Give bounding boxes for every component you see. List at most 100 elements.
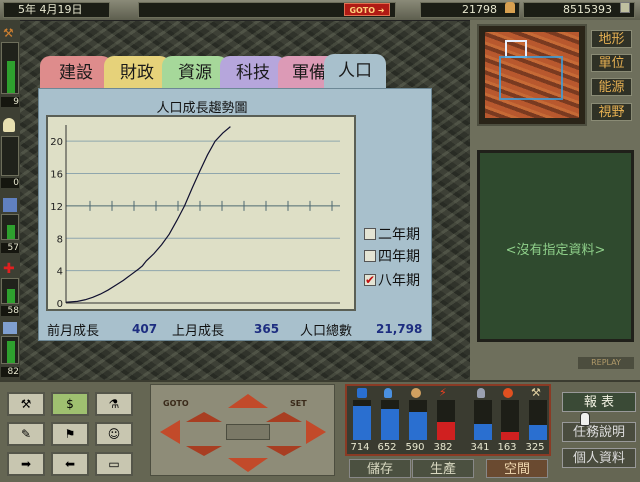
- resource-value-6: 163: [497, 442, 517, 453]
- scroll-center-button[interactable]: [226, 424, 270, 440]
- scroll-down-arrow-icon[interactable]: [228, 458, 268, 472]
- cursor-hand-icon: [580, 412, 590, 426]
- date-display: 5年 4月19日: [3, 2, 110, 18]
- goto-button[interactable]: GOTO ➜: [344, 3, 390, 16]
- tab-construction[interactable]: 建設: [40, 56, 112, 90]
- tab-technology[interactable]: 科技: [220, 56, 286, 90]
- tab-production[interactable]: 生產: [412, 459, 474, 478]
- pad-goto-label[interactable]: GOTO: [163, 399, 189, 408]
- resource-bar: [474, 400, 492, 440]
- mission-help-button[interactable]: 任務說明: [562, 422, 636, 442]
- resource-bar: [353, 400, 371, 440]
- info-text: <沒有指定資料>: [505, 243, 606, 258]
- food-icon: [411, 388, 421, 398]
- two-year-label: 二年期: [378, 227, 420, 243]
- resource-bar: [529, 400, 547, 440]
- scroll-up-left-arrow-icon[interactable]: [186, 412, 222, 422]
- save-tool-icon[interactable]: ➡: [7, 452, 45, 476]
- resource-value-1: 714: [350, 442, 370, 453]
- stat-value-5: 82: [1, 367, 19, 377]
- computer-tool-icon[interactable]: ▭: [95, 452, 133, 476]
- stat-meter-3: [1, 214, 19, 240]
- tab-finance[interactable]: 財政: [104, 56, 170, 90]
- chart-svg: 0 4 8 12 16 20: [50, 125, 340, 309]
- resource-bar-fill: [474, 424, 492, 440]
- scroll-down-left-arrow-icon[interactable]: [186, 446, 222, 456]
- last-month-growth-label: 前月成長: [47, 324, 100, 339]
- scroll-up-arrow-icon[interactable]: [228, 394, 268, 408]
- eight-year-label: 八年期: [378, 273, 420, 289]
- resource-value-3: 590: [405, 442, 425, 453]
- resource-value-2: 652: [377, 442, 397, 453]
- resource-bar-fill: [381, 408, 399, 440]
- stat-value-3: 57: [1, 243, 19, 253]
- population-chart: 0 4 8 12 16 20: [46, 115, 356, 311]
- document-tool-icon[interactable]: ✎: [7, 422, 45, 446]
- minimap-city-outline: [499, 56, 563, 100]
- resource-value-7: 325: [525, 442, 545, 453]
- stat-meter-1: [1, 42, 19, 94]
- fire-icon: [503, 388, 513, 398]
- resource-bar-fill: [529, 424, 547, 440]
- replay-button[interactable]: REPLAY: [578, 357, 634, 369]
- chart-title: 人口成長趨勢圖: [156, 101, 248, 116]
- stat-value-4: 58: [1, 306, 19, 316]
- tab-space[interactable]: 空間: [486, 459, 548, 478]
- total-population-label: 人口總數: [300, 324, 353, 339]
- person-icon: [505, 2, 515, 13]
- money-icon: [620, 2, 630, 13]
- resource-bar-fill: [501, 432, 519, 440]
- trade-tool-icon[interactable]: ⚑: [51, 422, 89, 446]
- scroll-right-arrow-icon[interactable]: [306, 420, 326, 444]
- four-year-checkbox[interactable]: [364, 250, 376, 262]
- stat-value-1: 9: [1, 97, 19, 107]
- prev-month-growth-value: 365: [254, 322, 280, 336]
- tab-storage[interactable]: 儲存: [349, 459, 411, 478]
- minimap[interactable]: [477, 24, 587, 126]
- finance-tool-icon[interactable]: $: [51, 392, 89, 416]
- lightning-icon: ⚡: [439, 386, 447, 399]
- series-line: [65, 126, 231, 303]
- research-tool-icon[interactable]: ⚗: [95, 392, 133, 416]
- stat-meter-5: [1, 336, 19, 364]
- construct-tool-icon[interactable]: ⚒: [7, 392, 45, 416]
- y-tick-label: 20: [50, 137, 63, 148]
- pad-set-label[interactable]: SET: [290, 399, 307, 408]
- terrain-button[interactable]: 地形: [591, 30, 632, 48]
- scroll-up-right-arrow-icon[interactable]: [266, 412, 302, 422]
- y-tick-label: 8: [57, 234, 63, 245]
- y-tick-label: 4: [57, 267, 63, 278]
- tab-resources[interactable]: 資源: [162, 56, 228, 90]
- y-tick-label: 16: [50, 170, 63, 181]
- units-button[interactable]: 單位: [591, 54, 632, 72]
- people-tool-icon[interactable]: ☺: [95, 422, 133, 446]
- prev-month-growth-label: 上月成長: [172, 324, 225, 339]
- scroll-left-arrow-icon[interactable]: [160, 420, 180, 444]
- view-button[interactable]: 視野: [591, 103, 632, 121]
- eight-year-checkbox[interactable]: ✔: [364, 274, 376, 286]
- resource-value-5: 341: [470, 442, 490, 453]
- medical-cross-icon: ✚: [3, 261, 15, 277]
- goto-label: GOTO: [349, 6, 376, 15]
- drop-icon: [384, 388, 392, 398]
- y-tick-label: 12: [50, 202, 63, 213]
- stat-meter-4: [1, 278, 19, 304]
- tool-icon: ⚒: [531, 386, 541, 399]
- resource-icons-row: ⚡ ⚒: [355, 386, 545, 400]
- energy-button[interactable]: 能源: [591, 78, 632, 96]
- stat-meter-2: [1, 136, 19, 176]
- two-year-checkbox[interactable]: [364, 228, 376, 240]
- tab-population[interactable]: 人口: [324, 54, 386, 90]
- gas-icon: [477, 388, 485, 398]
- housing-icon: [3, 322, 17, 334]
- resource-bar: [501, 400, 519, 440]
- resource-bar: [437, 400, 455, 440]
- report-button[interactable]: 報 表: [562, 392, 636, 412]
- y-tick-label: 0: [57, 299, 63, 309]
- load-tool-icon[interactable]: ⬅: [51, 452, 89, 476]
- resource-bar: [409, 400, 427, 440]
- personal-info-button[interactable]: 個人資料: [562, 448, 636, 468]
- scroll-down-right-arrow-icon[interactable]: [266, 446, 302, 456]
- stat-value-2: 0: [1, 178, 19, 188]
- resource-bar: [381, 400, 399, 440]
